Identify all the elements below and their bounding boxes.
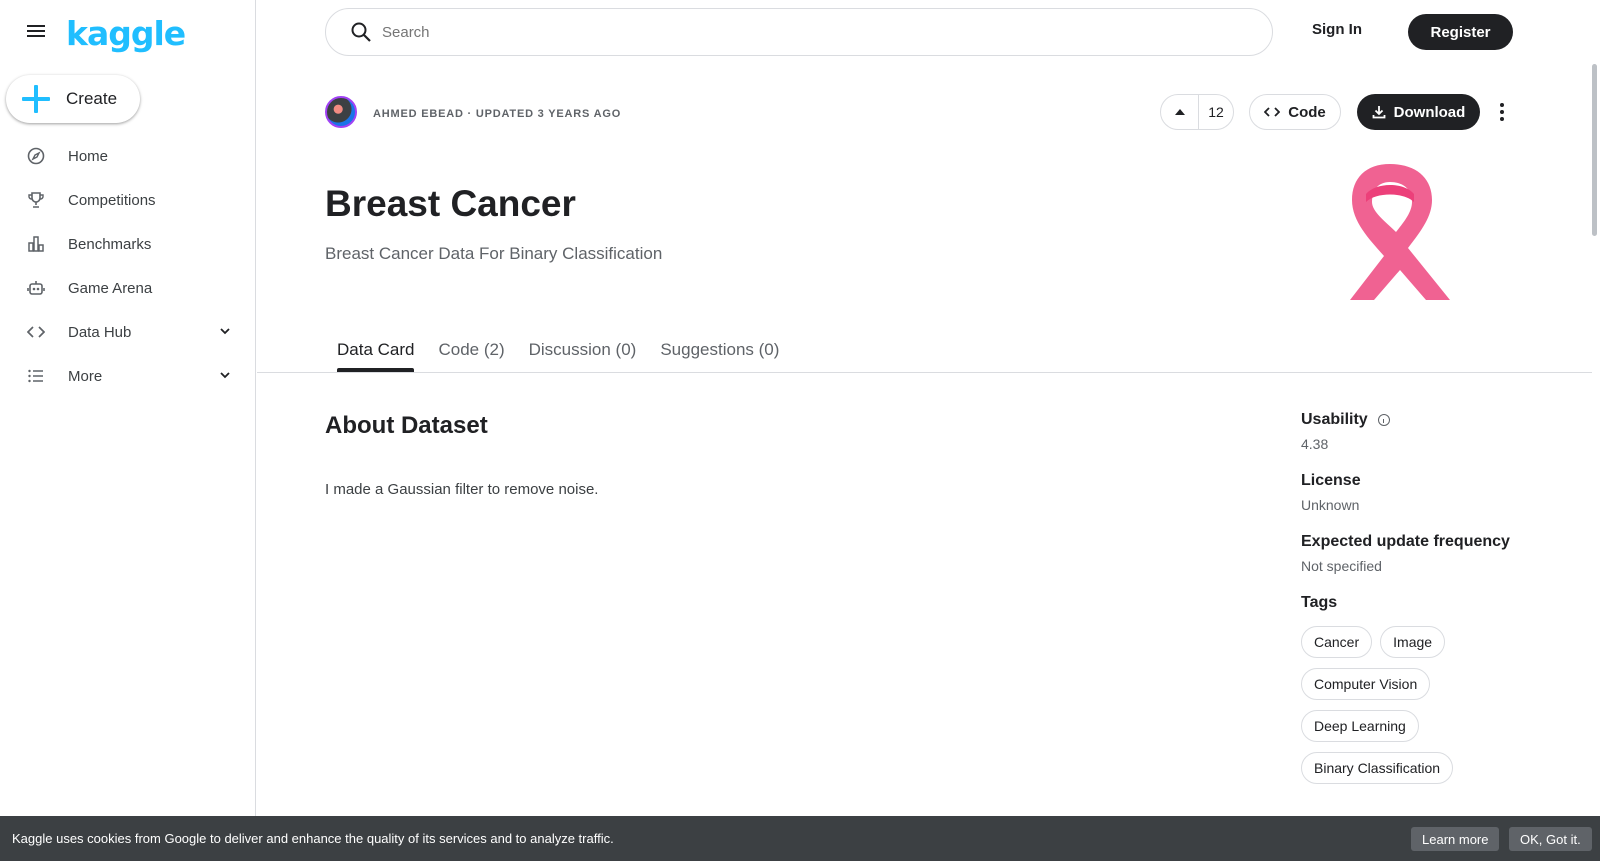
sidebar-item-label: Competitions: [68, 191, 156, 209]
scrollbar[interactable]: [1592, 64, 1597, 236]
about-text: I made a Gaussian filter to remove noise…: [325, 481, 599, 498]
sidebar-item-label: Game Arena: [68, 279, 153, 297]
sidebar-item-label: More: [68, 367, 103, 385]
frequency-value: Not specified: [1301, 558, 1382, 574]
tab-discussion[interactable]: Discussion (0): [529, 328, 637, 372]
tag-chip[interactable]: Deep Learning: [1301, 710, 1419, 742]
download-button-label: Download: [1393, 103, 1466, 121]
sidebar-item-label: Home: [68, 147, 109, 165]
cookie-text: Kaggle uses cookies from Google to deliv…: [12, 831, 614, 846]
tag-chip[interactable]: Cancer: [1301, 626, 1373, 658]
sidebar-item-more[interactable]: More: [0, 354, 256, 398]
frequency-section: Expected update frequency Not specified: [1301, 533, 1561, 574]
page-title: Breast Cancer: [325, 183, 576, 224]
plus-icon: [22, 85, 50, 113]
sidebar-item-competitions[interactable]: Competitions: [0, 178, 256, 222]
vote-widget: 12: [1160, 94, 1234, 130]
menu-icon[interactable]: [24, 22, 48, 42]
tags-label: Tags: [1301, 594, 1338, 611]
search-bar[interactable]: [325, 8, 1273, 56]
compass-icon: [26, 146, 46, 166]
tabs-divider: [257, 372, 1592, 373]
kaggle-logo[interactable]: kaggle: [66, 14, 186, 53]
more-options-icon[interactable]: [1494, 98, 1510, 126]
sign-in-button[interactable]: Sign In: [1312, 21, 1362, 38]
vote-count[interactable]: 12: [1199, 104, 1233, 120]
chevron-down-icon[interactable]: [218, 368, 232, 382]
code-brackets-icon: [26, 322, 46, 342]
search-input[interactable]: [382, 23, 1182, 41]
search-icon: [351, 22, 371, 42]
tab-code[interactable]: Code (2): [438, 328, 504, 372]
tag-chip[interactable]: Image: [1380, 626, 1446, 658]
usability-section: Usability 4.38: [1301, 411, 1561, 452]
bar-chart-icon: [26, 234, 46, 254]
license-label: License: [1301, 472, 1361, 489]
avatar[interactable]: [325, 96, 357, 128]
learn-more-button[interactable]: Learn more: [1411, 827, 1500, 851]
sidebar-item-label: Data Hub: [68, 323, 132, 341]
tab-bar: Data Card Code (2) Discussion (0) Sugges…: [337, 328, 779, 372]
trophy-icon: [26, 190, 46, 210]
tab-data-card[interactable]: Data Card: [337, 328, 415, 372]
robot-icon: [26, 278, 46, 298]
code-brackets-icon: [1264, 107, 1281, 117]
create-label: Create: [66, 89, 118, 108]
arrow-up-icon: [1174, 109, 1185, 115]
chevron-down-icon[interactable]: [218, 324, 232, 338]
create-button[interactable]: Create: [6, 75, 140, 123]
cookie-banner: Kaggle uses cookies from Google to deliv…: [0, 816, 1600, 861]
metadata-panel: Usability 4.38 License Unknown Expected …: [1301, 411, 1561, 804]
sidebar-item-label: Benchmarks: [68, 235, 152, 253]
sidebar-item-game-arena[interactable]: Game Arena: [0, 266, 256, 310]
upvote-button[interactable]: [1161, 95, 1199, 129]
info-icon[interactable]: [1377, 414, 1390, 426]
download-icon: [1372, 106, 1386, 119]
dataset-byline: AHMED EBEAD · UPDATED 3 YEARS AGO: [373, 108, 622, 120]
about-heading: About Dataset: [325, 412, 488, 439]
tab-suggestions[interactable]: Suggestions (0): [660, 328, 779, 372]
code-button[interactable]: Code: [1249, 94, 1341, 130]
sidebar-item-home[interactable]: Home: [0, 134, 256, 178]
cookie-accept-button[interactable]: OK, Got it.: [1509, 827, 1592, 851]
tags-section: Tags Cancer Image Computer Vision Deep L…: [1301, 594, 1561, 784]
license-section: License Unknown: [1301, 472, 1561, 513]
sidebar: kaggle Create Home Competitions Benchmar…: [0, 0, 256, 861]
code-button-label: Code: [1288, 103, 1326, 121]
usability-label: Usability: [1301, 411, 1368, 428]
download-button[interactable]: Download: [1357, 94, 1480, 130]
sidebar-item-data-hub[interactable]: Data Hub: [0, 310, 256, 354]
license-value: Unknown: [1301, 497, 1360, 513]
list-icon: [26, 366, 46, 386]
sidebar-nav: Home Competitions Benchmarks Game Arena …: [0, 134, 256, 398]
page-subtitle: Breast Cancer Data For Binary Classifica…: [325, 244, 663, 263]
tag-list: Cancer Image Computer Vision Deep Learni…: [1301, 626, 1531, 784]
pink-ribbon-icon: [1350, 164, 1450, 300]
tag-chip[interactable]: Binary Classification: [1301, 752, 1454, 784]
register-button[interactable]: Register: [1408, 14, 1513, 50]
tag-chip[interactable]: Computer Vision: [1301, 668, 1431, 700]
usability-value: 4.38: [1301, 436, 1329, 452]
sidebar-item-benchmarks[interactable]: Benchmarks: [0, 222, 256, 266]
frequency-label: Expected update frequency: [1301, 533, 1510, 550]
